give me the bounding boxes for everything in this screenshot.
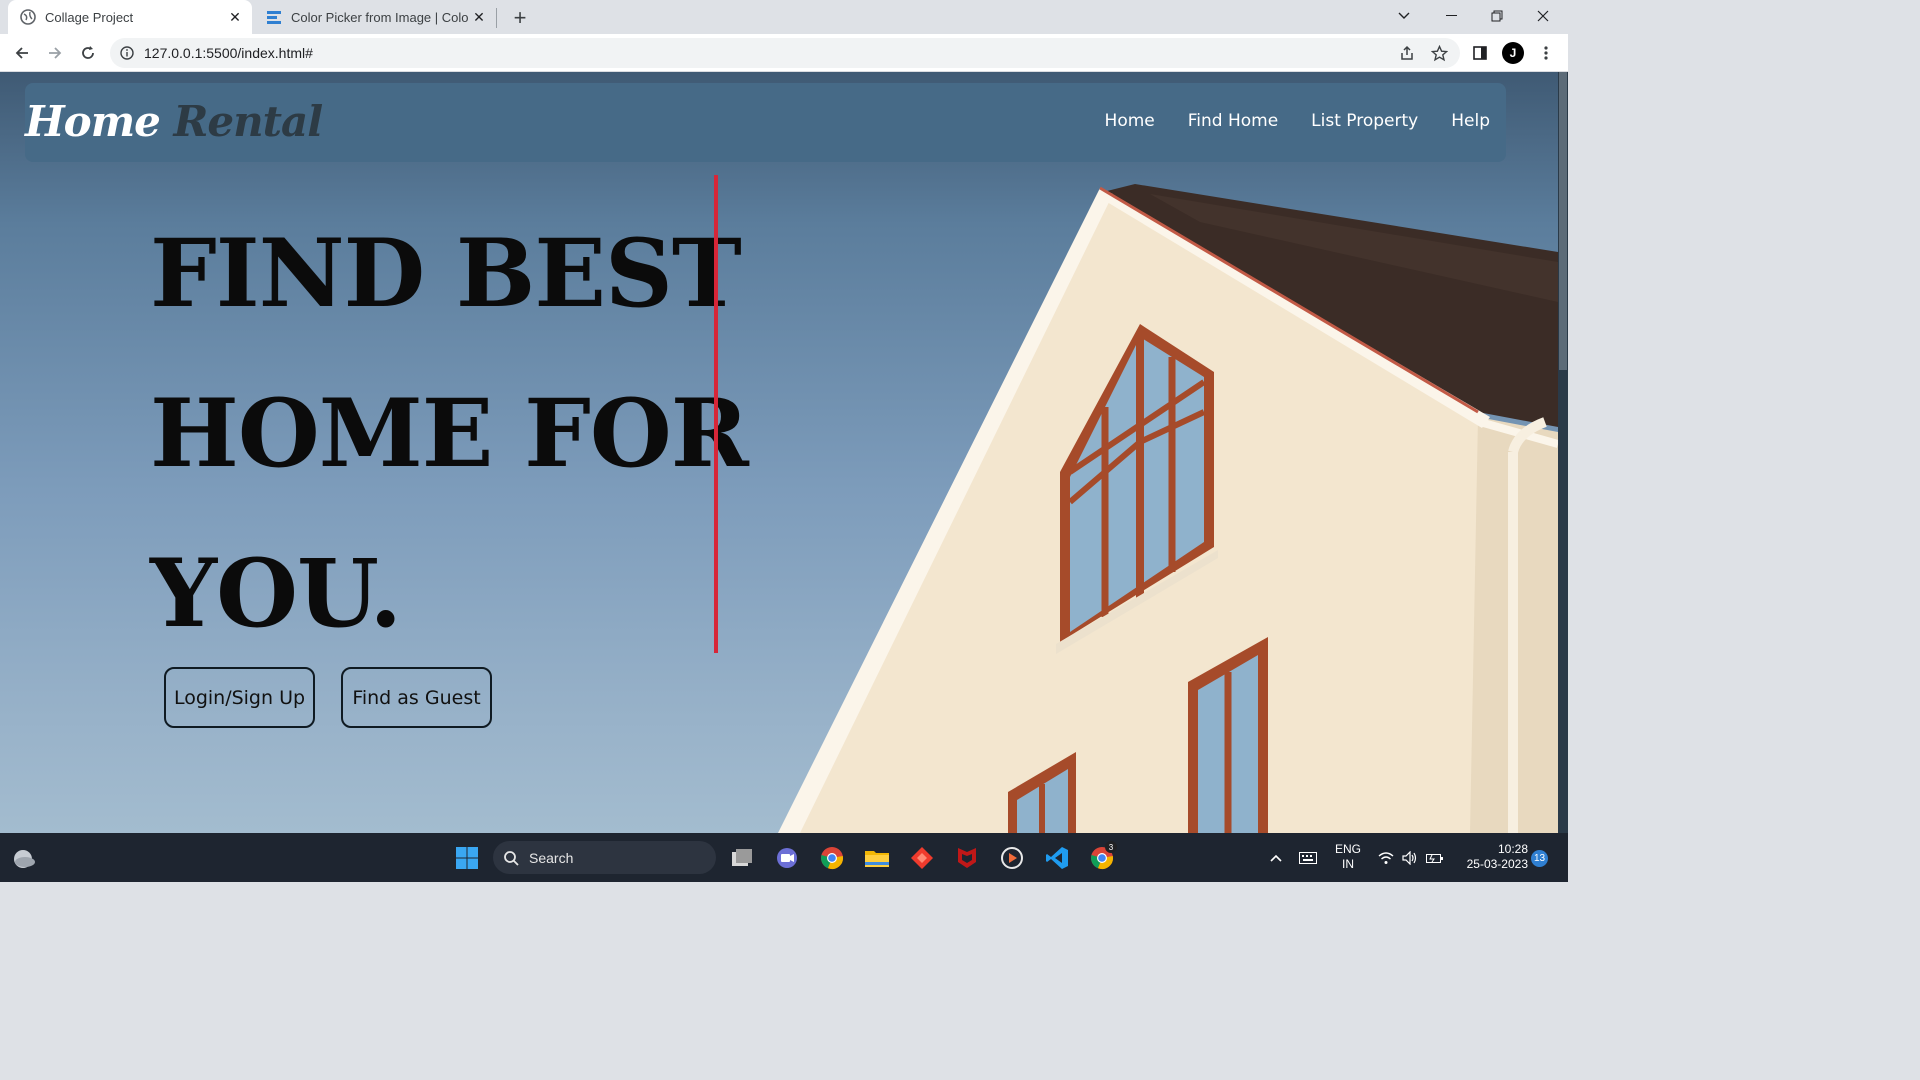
hero-accent-divider: [714, 175, 718, 653]
hero-line-3: YOU.: [150, 539, 402, 649]
hero-heading: FIND BEST HOME FOR YOU.: [150, 194, 749, 674]
site-logo[interactable]: Home Rental: [25, 97, 323, 146]
profile-avatar[interactable]: J: [1502, 42, 1524, 64]
page-scrollbar[interactable]: [1558, 72, 1568, 833]
tab-search-chevron-icon[interactable]: [1381, 0, 1427, 32]
clock[interactable]: 10:28 25-03-2023: [1456, 842, 1528, 872]
language-line-2: IN: [1342, 857, 1354, 871]
bookmark-star-icon[interactable]: [1424, 38, 1454, 68]
hero-line-1: FIND BEST: [150, 219, 742, 329]
close-window-button[interactable]: [1520, 0, 1566, 32]
windows-taskbar: Search 3 ENG IN 10:28 25-03-2023 13: [0, 833, 1568, 882]
site-nav: Home Find Home List Property Help: [1105, 111, 1490, 131]
close-icon[interactable]: ✕: [468, 6, 490, 28]
page-viewport: Home Rental Home Find Home List Property…: [0, 72, 1568, 833]
media-player-icon[interactable]: [995, 841, 1029, 875]
teams-chat-icon[interactable]: [770, 841, 804, 875]
site-navbar: Home Rental Home Find Home List Property…: [25, 83, 1506, 162]
tab-divider: [496, 8, 497, 28]
color-picker-favicon-icon: [266, 9, 282, 25]
tab-title: Collage Project: [45, 9, 134, 25]
share-icon[interactable]: [1392, 38, 1422, 68]
taskbar-search[interactable]: Search: [493, 841, 716, 874]
vscode-icon[interactable]: [1040, 841, 1074, 875]
chrome-active-icon[interactable]: 3: [1085, 841, 1119, 875]
logo-word-home: Home: [25, 97, 161, 146]
reload-icon[interactable]: [73, 38, 103, 68]
login-signup-button[interactable]: Login/Sign Up: [164, 667, 315, 728]
weather-icon[interactable]: [6, 841, 40, 875]
address-bar[interactable]: 127.0.0.1:5500/index.html#: [110, 38, 1460, 68]
language-indicator[interactable]: ENG IN: [1330, 842, 1366, 872]
tab-color-picker[interactable]: Color Picker from Image | Color P ✕: [256, 0, 496, 34]
find-as-guest-button[interactable]: Find as Guest: [341, 667, 492, 728]
anydesk-icon[interactable]: [905, 841, 939, 875]
nav-link-find-home[interactable]: Find Home: [1188, 111, 1278, 131]
scrollbar-thumb[interactable]: [1559, 72, 1567, 370]
task-view-icon[interactable]: [725, 841, 759, 875]
side-panel-icon[interactable]: [1465, 38, 1495, 68]
clock-time: 10:28: [1497, 842, 1528, 856]
notification-badge[interactable]: 13: [1531, 850, 1548, 867]
logo-word-rental: Rental: [173, 97, 323, 146]
back-arrow-icon[interactable]: [7, 38, 37, 68]
nav-link-list-property[interactable]: List Property: [1311, 111, 1418, 131]
url-text: 127.0.0.1:5500/index.html#: [144, 45, 313, 61]
restore-button[interactable]: [1474, 0, 1520, 32]
info-icon[interactable]: [110, 46, 144, 60]
kebab-menu-icon[interactable]: [1531, 38, 1561, 68]
clock-date: 25-03-2023: [1466, 857, 1528, 871]
minimize-button[interactable]: [1428, 0, 1474, 32]
chrome-badge: 3: [1105, 841, 1117, 853]
forward-arrow-icon[interactable]: [40, 38, 70, 68]
taskbar-search-label: Search: [529, 849, 574, 866]
tray-chevron-up-icon[interactable]: [1259, 841, 1293, 875]
hero-line-2: HOME FOR: [150, 379, 749, 489]
mcafee-icon[interactable]: [950, 841, 984, 875]
language-line-1: ENG: [1334, 842, 1361, 856]
nav-link-help[interactable]: Help: [1451, 111, 1490, 131]
browser-tab-strip: Collage Project ✕ Color Picker from Imag…: [0, 0, 1568, 34]
search-icon: [493, 850, 529, 866]
file-explorer-icon[interactable]: [860, 841, 894, 875]
new-tab-button[interactable]: +: [506, 4, 534, 32]
windows-start-icon[interactable]: [450, 841, 484, 875]
keyboard-icon[interactable]: [1291, 841, 1325, 875]
browser-toolbar: 127.0.0.1:5500/index.html# J: [0, 34, 1568, 72]
globe-icon: [20, 9, 36, 25]
nav-link-home[interactable]: Home: [1105, 111, 1155, 131]
close-icon[interactable]: ✕: [224, 6, 246, 28]
battery-icon[interactable]: [1418, 841, 1452, 875]
tab-collage-project[interactable]: Collage Project ✕: [8, 0, 252, 34]
tab-title: Color Picker from Image | Color P: [291, 9, 468, 25]
chrome-icon[interactable]: [815, 841, 849, 875]
